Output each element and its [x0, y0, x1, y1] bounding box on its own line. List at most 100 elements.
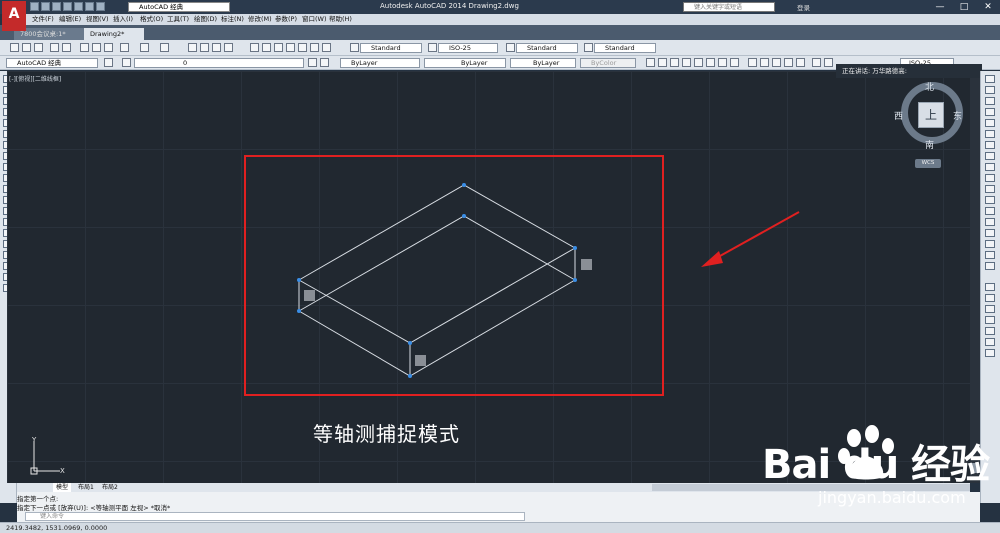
cut-icon[interactable] — [80, 43, 89, 52]
new-icon[interactable] — [10, 43, 19, 52]
draworder-icon[interactable] — [985, 283, 995, 291]
dim-break-icon[interactable] — [796, 58, 805, 67]
explode-icon[interactable] — [985, 262, 995, 270]
make-current-icon[interactable] — [308, 58, 317, 67]
tab-layout1[interactable]: 布局1 — [75, 483, 97, 492]
chamfer-icon[interactable] — [985, 229, 995, 237]
draworder-front-icon[interactable] — [985, 294, 995, 302]
menu-draw[interactable]: 绘图(D) — [194, 14, 221, 25]
open-icon[interactable] — [41, 2, 50, 11]
break-point-icon[interactable] — [985, 196, 995, 204]
angular-dim-icon[interactable] — [730, 58, 739, 67]
linetype-dropdown[interactable]: ByLayer — [424, 58, 506, 68]
grip[interactable] — [297, 278, 301, 282]
save-icon[interactable] — [52, 2, 61, 11]
maximize-button[interactable]: □ — [952, 0, 976, 14]
menu-edit[interactable]: 编辑(E) — [59, 14, 86, 25]
arc-length-icon[interactable] — [670, 58, 679, 67]
layer-dropdown[interactable]: 0 — [134, 58, 304, 68]
join-icon[interactable] — [985, 218, 995, 226]
menu-file[interactable]: 文件(F) — [32, 14, 59, 25]
minimize-button[interactable]: — — [928, 0, 952, 14]
copy-icon[interactable] — [92, 43, 101, 52]
dim-style-dropdown[interactable]: ISO-25 — [438, 43, 498, 53]
array-icon[interactable] — [985, 119, 995, 127]
offset-icon[interactable] — [985, 108, 995, 116]
undo-icon[interactable] — [140, 43, 149, 52]
grip[interactable] — [408, 341, 412, 345]
help-icon[interactable] — [322, 43, 331, 52]
calculator-icon[interactable] — [310, 43, 319, 52]
mleader-style-dropdown[interactable]: Standard — [594, 43, 656, 53]
undo-icon[interactable] — [85, 2, 94, 11]
scale-icon[interactable] — [985, 152, 995, 160]
mirror-icon[interactable] — [985, 97, 995, 105]
save-icon[interactable] — [34, 43, 43, 52]
menu-parametric[interactable]: 参数(P) — [275, 14, 302, 25]
markup-icon[interactable] — [298, 43, 307, 52]
tolerance-icon[interactable] — [812, 58, 821, 67]
tab-drawing2[interactable]: Drawing2* — [84, 28, 144, 40]
zoom-realtime-icon[interactable] — [200, 43, 209, 52]
lineweight-dropdown[interactable]: ByLayer — [510, 58, 576, 68]
layer-previous-icon[interactable] — [320, 58, 329, 67]
aligned-dim-icon[interactable] — [658, 58, 667, 67]
viewcube[interactable]: 上 北 南 东 西 WCS — [893, 80, 969, 170]
center-mark-icon[interactable] — [824, 58, 833, 67]
plot-icon[interactable] — [74, 2, 83, 11]
new-icon[interactable] — [30, 2, 39, 11]
continue-dim-icon[interactable] — [772, 58, 781, 67]
menu-help[interactable]: 帮助(H) — [329, 14, 356, 25]
draworder-back-icon[interactable] — [985, 305, 995, 313]
viewcube-top-face[interactable]: 上 — [918, 102, 944, 128]
compass-west[interactable]: 西 — [894, 109, 903, 122]
compass-east[interactable]: 东 — [953, 109, 962, 122]
text-front-icon[interactable] — [985, 338, 995, 346]
designcenter-icon[interactable] — [262, 43, 271, 52]
copy-object-icon[interactable] — [985, 86, 995, 94]
bring-above-icon[interactable] — [985, 316, 995, 324]
send-under-icon[interactable] — [985, 327, 995, 335]
sheetset-icon[interactable] — [286, 43, 295, 52]
command-input[interactable]: 键入命令 — [25, 512, 525, 521]
trim-icon[interactable] — [985, 174, 995, 182]
workspace-settings-icon[interactable] — [104, 58, 113, 67]
saveas-icon[interactable] — [63, 2, 72, 11]
properties-icon[interactable] — [250, 43, 259, 52]
paste-icon[interactable] — [104, 43, 113, 52]
zoom-window-icon[interactable] — [212, 43, 221, 52]
menu-insert[interactable]: 插入(I) — [113, 14, 140, 25]
menu-tools[interactable]: 工具(T) — [167, 14, 194, 25]
menu-format[interactable]: 格式(O) — [140, 14, 167, 25]
search-input[interactable]: 键入关键字或短语 — [683, 2, 775, 12]
workspace-dropdown[interactable]: AutoCAD 经典 — [128, 2, 230, 12]
application-menu-button[interactable]: A — [2, 1, 26, 31]
compass-north[interactable]: 北 — [925, 80, 934, 93]
grip[interactable] — [297, 309, 301, 313]
pan-icon[interactable] — [188, 43, 197, 52]
tab-model[interactable]: 模型 — [53, 483, 72, 492]
wcs-menu[interactable]: WCS — [915, 159, 941, 168]
drawing-area[interactable]: [-][俯视][二维线框] — [7, 71, 970, 483]
redo-icon[interactable] — [96, 2, 105, 11]
erase-icon[interactable] — [985, 75, 995, 83]
color-dropdown[interactable]: ByLayer — [340, 58, 420, 68]
blend-icon[interactable] — [985, 251, 995, 259]
menu-dimension[interactable]: 标注(N) — [221, 14, 248, 25]
preview-icon[interactable] — [62, 43, 71, 52]
grip-square[interactable] — [304, 290, 315, 301]
toolpalette-icon[interactable] — [274, 43, 283, 52]
layer-manager-icon[interactable] — [122, 58, 131, 67]
close-button[interactable]: ✕ — [976, 0, 1000, 14]
grip[interactable] — [462, 214, 466, 218]
grip[interactable] — [408, 374, 412, 378]
baseline-dim-icon[interactable] — [760, 58, 769, 67]
grip[interactable] — [573, 246, 577, 250]
grip-square[interactable] — [415, 355, 426, 366]
fillet-icon[interactable] — [985, 240, 995, 248]
text-style-dropdown[interactable]: Standard — [360, 43, 422, 53]
radius-dim-icon[interactable] — [694, 58, 703, 67]
matchprop-icon[interactable] — [120, 43, 129, 52]
grip[interactable] — [462, 183, 466, 187]
stretch-icon[interactable] — [985, 163, 995, 171]
